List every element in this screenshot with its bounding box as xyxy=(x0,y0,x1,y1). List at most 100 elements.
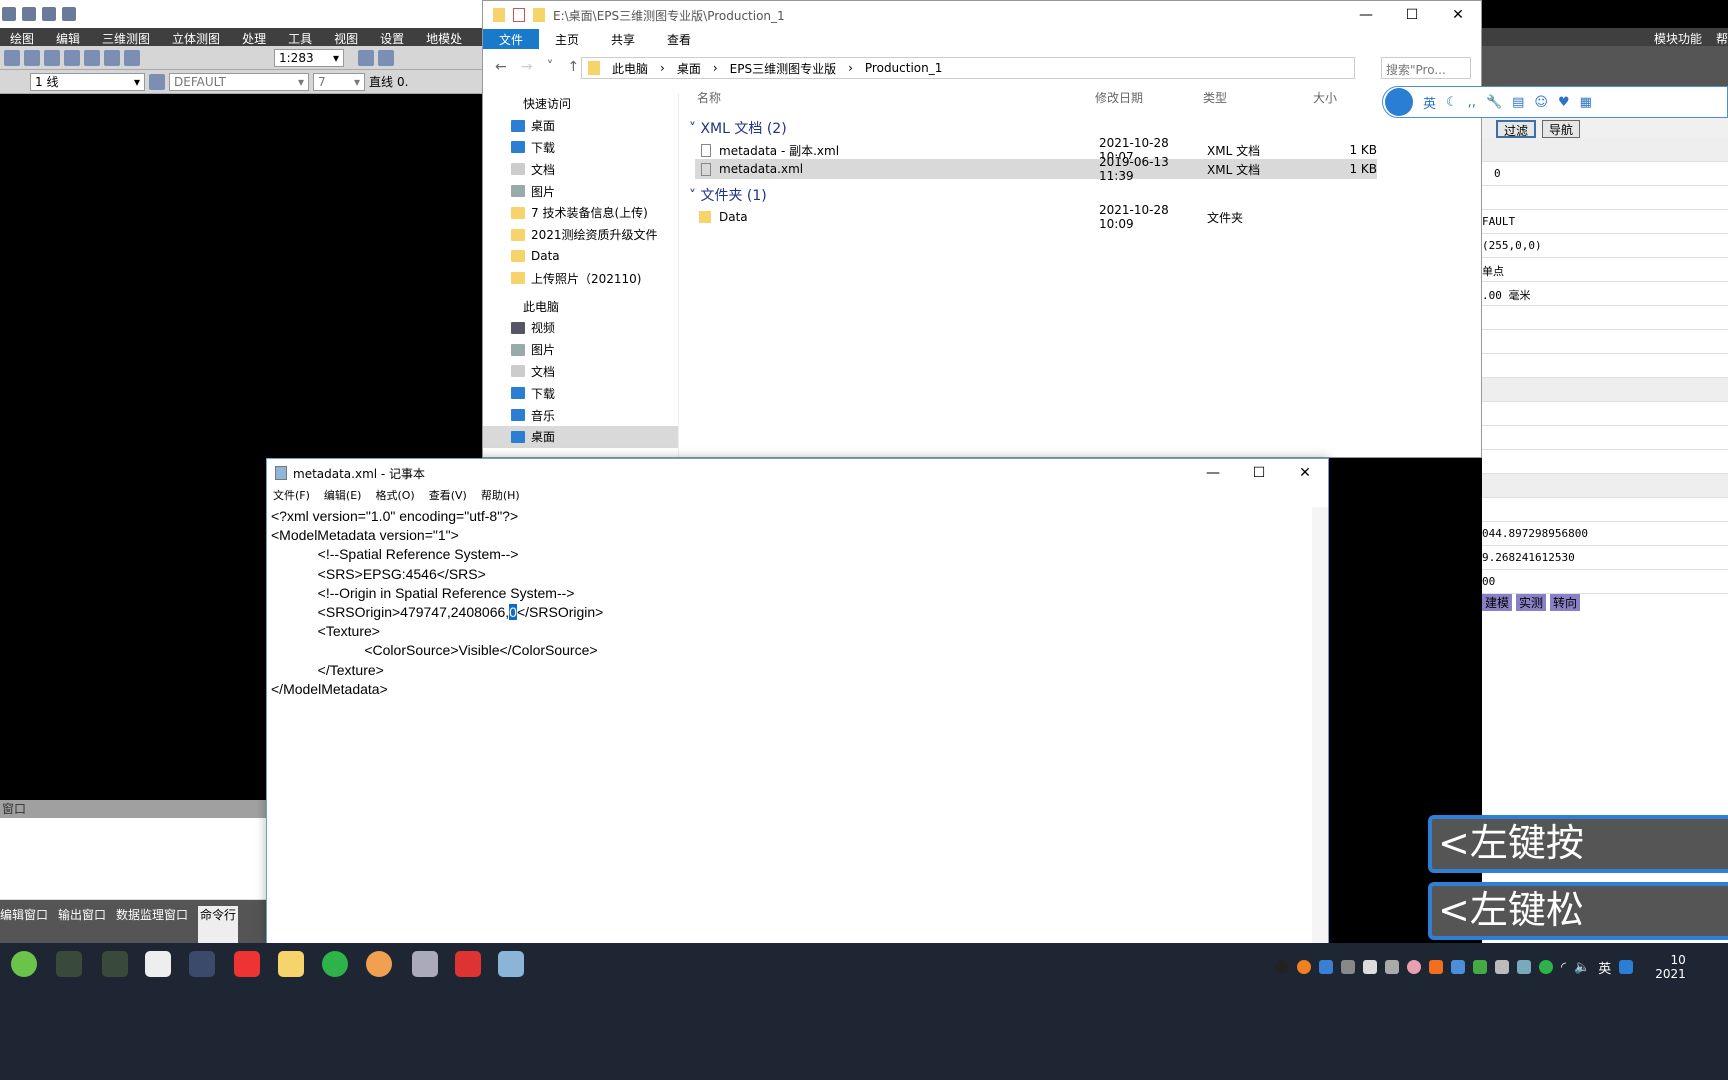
tab-command-line[interactable]: 命令行 xyxy=(198,906,239,943)
app-g-icon[interactable] xyxy=(56,951,82,977)
app-ss-icon[interactable] xyxy=(455,951,481,977)
printer-dropdown-icon[interactable] xyxy=(62,7,76,21)
menu-view[interactable]: 视图 xyxy=(334,28,358,46)
emoji-icon[interactable]: ☺ xyxy=(1534,95,1548,110)
moon-icon[interactable]: ☾ xyxy=(1446,95,1458,110)
file-row[interactable]: Data 2021-10-28 10:09 文件夹 xyxy=(695,203,1377,231)
properties-icon[interactable] xyxy=(513,8,525,22)
nav-item[interactable]: 音乐 xyxy=(483,404,678,426)
prop-value[interactable]: 单点 xyxy=(1482,258,1728,282)
tab-view[interactable]: 查看 xyxy=(651,29,707,49)
app-orange-icon[interactable] xyxy=(366,951,392,977)
print-icon[interactable] xyxy=(22,7,36,21)
nav-item[interactable]: 7 技术装备信息(上传) xyxy=(483,202,678,224)
menu-help[interactable]: 帮助(H) xyxy=(481,487,520,507)
nav-item[interactable]: 桌面 xyxy=(483,425,678,448)
punct-icon[interactable]: ,, xyxy=(1468,95,1476,110)
tray-lang[interactable]: 英 xyxy=(1598,958,1611,977)
maximize-button[interactable]: ☐ xyxy=(1236,459,1282,487)
tab-data-monitor[interactable]: 数据监理窗口 xyxy=(116,906,188,943)
wechat-icon[interactable] xyxy=(1539,960,1553,974)
pan-hand-icon[interactable] xyxy=(104,49,120,66)
network-lock-icon[interactable] xyxy=(1517,960,1531,974)
breadcrumb-production[interactable]: Production_1 xyxy=(865,61,942,75)
nav-item[interactable]: 视频 xyxy=(483,317,678,339)
line-width[interactable]: 0. xyxy=(397,75,408,89)
nav-item[interactable]: 图片 xyxy=(483,180,678,202)
group-xml[interactable]: ˅ XML 文档 (2) xyxy=(689,118,787,138)
tab-share[interactable]: 共享 xyxy=(595,29,651,49)
signal-icon[interactable] xyxy=(1451,960,1465,974)
new-folder-icon[interactable] xyxy=(533,8,545,22)
notepad-icon[interactable] xyxy=(498,951,524,977)
file-explorer-icon[interactable] xyxy=(278,951,304,977)
tray-icon[interactable] xyxy=(1341,960,1355,974)
paste-icon[interactable] xyxy=(24,49,40,66)
extent-icon[interactable] xyxy=(358,49,374,66)
nav-button[interactable]: 导航 xyxy=(1542,120,1581,138)
mode-turn[interactable]: 转向 xyxy=(1550,594,1581,611)
save-icon[interactable] xyxy=(2,7,16,21)
menu-edit[interactable]: 编辑 xyxy=(56,28,80,46)
prop-value[interactable]: 0 xyxy=(1482,162,1728,186)
clock[interactable]: 10 2021 xyxy=(1655,953,1686,981)
drawing-canvas[interactable] xyxy=(0,96,266,793)
menu-view[interactable]: 查看(V) xyxy=(429,487,467,507)
flower-icon[interactable] xyxy=(1407,960,1421,974)
nav-item[interactable]: 2021测绘资质升级文件 xyxy=(483,224,678,246)
tab-output-window[interactable]: 输出窗口 xyxy=(58,906,106,943)
qq-icon[interactable] xyxy=(1275,960,1289,974)
vertical-scrollbar[interactable] xyxy=(1312,507,1328,943)
layer-combo[interactable]: DEFAULT ▾ xyxy=(169,72,309,91)
nvidia-icon[interactable] xyxy=(1473,960,1487,974)
prop-value[interactable]: FAULT xyxy=(1482,210,1728,234)
breadcrumb-eps[interactable]: EPS三维测图专业版 xyxy=(730,60,836,77)
grid-icon[interactable]: ▦ xyxy=(1580,95,1592,110)
minimize-button[interactable]: — xyxy=(1343,1,1389,29)
recent-icon[interactable]: ˅ xyxy=(546,59,553,75)
breadcrumb-this-pc[interactable]: 此电脑 xyxy=(612,60,648,77)
ime-lang[interactable]: 英 xyxy=(1423,93,1436,112)
maximize-button[interactable]: ☐ xyxy=(1389,1,1435,29)
menu-stereo[interactable]: 立体测图 xyxy=(172,28,220,46)
back-icon[interactable]: ← xyxy=(495,59,507,75)
file-row[interactable]: metadata - 副本.xml 2021-10-28 10:07 XML 文… xyxy=(695,136,1377,164)
nav-item[interactable]: 文档 xyxy=(483,361,678,383)
zoom-window-icon[interactable] xyxy=(84,49,100,66)
tab-home[interactable]: 主页 xyxy=(539,29,595,49)
line-style[interactable]: 直线 xyxy=(369,73,393,90)
nav-item[interactable]: 文档 xyxy=(483,158,678,180)
forward-icon[interactable]: → xyxy=(521,59,533,75)
volume-icon[interactable]: 🔈 xyxy=(1574,960,1590,975)
close-button[interactable]: ✕ xyxy=(1282,459,1328,487)
menu-format[interactable]: 格式(O) xyxy=(375,487,414,507)
tab-file[interactable]: 文件 xyxy=(483,29,540,49)
menu-draw[interactable]: 绘图 xyxy=(10,28,34,46)
search-icon[interactable] xyxy=(1297,960,1311,974)
shield-icon[interactable] xyxy=(1319,960,1333,974)
search-input[interactable]: 搜索"Pro... xyxy=(1381,57,1471,79)
nav-item[interactable]: 桌面 xyxy=(483,115,678,137)
nav-quick-access[interactable]: 快速访问 xyxy=(483,93,678,115)
breadcrumb-desktop[interactable]: 桌面 xyxy=(677,60,701,77)
ime-icon[interactable] xyxy=(1619,960,1634,974)
menu-help[interactable]: 帮 xyxy=(1716,28,1728,46)
nav-item[interactable]: 下载 xyxy=(483,382,678,404)
app-c-icon[interactable] xyxy=(145,951,171,977)
autocad-icon[interactable] xyxy=(234,951,260,977)
close-button[interactable]: ✕ xyxy=(1435,1,1481,29)
menu-file[interactable]: 文件(F) xyxy=(273,487,310,507)
address-bar[interactable]: 此电脑 › 桌面 › EPS三维测图专业版 › Production_1 xyxy=(581,57,1355,79)
zoom-out-icon[interactable] xyxy=(44,49,60,66)
text-editor[interactable]: <?xml version="1.0" encoding="utf-8"?> <M… xyxy=(271,507,603,699)
ime-logo-icon[interactable] xyxy=(1385,88,1413,116)
tray-icon[interactable] xyxy=(1385,960,1399,974)
col-size[interactable]: 大小 xyxy=(1313,89,1337,106)
filter-button[interactable]: 过滤 xyxy=(1496,120,1537,138)
up-icon[interactable]: ↑ xyxy=(567,59,579,75)
browser-icon[interactable] xyxy=(11,951,37,977)
tray-icon[interactable] xyxy=(1429,960,1443,974)
menu-settings[interactable]: 设置 xyxy=(380,28,404,46)
nav-item[interactable]: 图片 xyxy=(483,339,678,361)
nav-item[interactable]: 下载 xyxy=(483,137,678,159)
